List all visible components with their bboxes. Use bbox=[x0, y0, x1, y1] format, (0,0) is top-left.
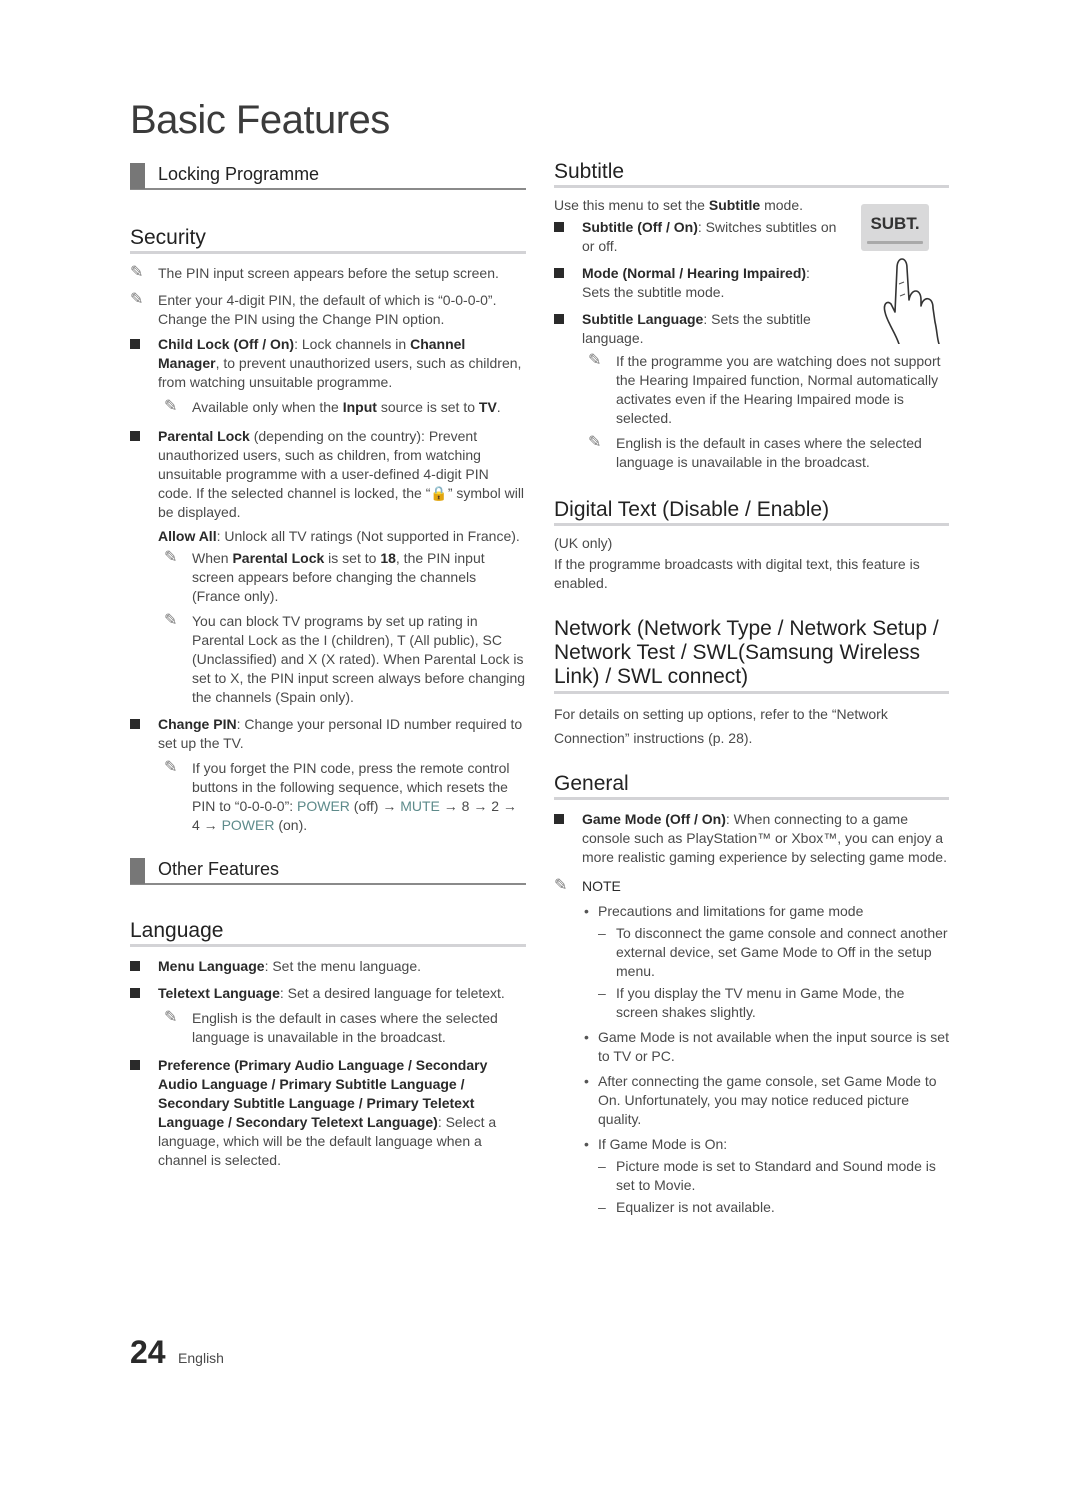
bullet-dot-icon: • bbox=[584, 1029, 589, 1046]
square-bullet-icon bbox=[554, 222, 564, 233]
dash-icon: – bbox=[598, 1158, 606, 1175]
section-title: Other Features bbox=[158, 859, 280, 880]
list-item-subtitle-on-off: Subtitle (Off / On): Switches subtitles … bbox=[554, 218, 837, 256]
bullet-dot-icon: • bbox=[584, 903, 589, 920]
page-language: English bbox=[178, 1350, 224, 1366]
heading-digital-text: Digital Text (Disable / Enable) bbox=[554, 498, 949, 527]
pencil-icon: ✎ bbox=[164, 398, 178, 416]
bullet-item: • Precautions and limitations for game mo… bbox=[584, 903, 864, 920]
bullet-dot-icon: • bbox=[584, 1136, 589, 1153]
heading-security: Security bbox=[130, 226, 526, 255]
note: ✎ You can block TV programs by set up ra… bbox=[164, 612, 526, 706]
dash-item: – Picture mode is set to Standard and Sou… bbox=[598, 1158, 936, 1194]
page-footer: 24 English bbox=[130, 1334, 224, 1371]
dash-item: – To disconnect the game console and conn… bbox=[598, 925, 948, 980]
heading-general: General bbox=[554, 772, 949, 801]
list-item-parental-lock: Parental Lock (depending on the country)… bbox=[130, 427, 526, 522]
square-bullet-icon bbox=[554, 814, 564, 825]
list-item-subtitle-mode: Mode (Normal / Hearing Impaired): Sets t… bbox=[554, 264, 837, 302]
note: ✎ When Parental Lock is set to 18, the P… bbox=[164, 549, 485, 605]
square-bullet-icon bbox=[130, 431, 140, 442]
list-item-game-mode: Game Mode (Off / On): When connecting to… bbox=[554, 810, 949, 867]
square-bullet-icon bbox=[130, 988, 140, 999]
square-bullet-icon bbox=[130, 719, 140, 730]
note: ✎ If you forget the PIN code, press the … bbox=[164, 759, 517, 834]
right-column: Subtitle SUBT. Use this menu to set the … bbox=[554, 160, 949, 1217]
heading-subtitle: Subtitle bbox=[554, 160, 949, 189]
pencil-icon: ✎ bbox=[588, 352, 602, 370]
section-title: Locking Programme bbox=[158, 164, 320, 184]
square-bullet-icon bbox=[554, 314, 564, 325]
square-bullet-icon bbox=[554, 268, 564, 279]
bullet-dot-icon: • bbox=[584, 1073, 589, 1090]
heading-language: Language bbox=[130, 919, 526, 948]
dash-icon: – bbox=[598, 985, 606, 1002]
list-item-change-pin: Change PIN: Change your personal ID numb… bbox=[130, 715, 526, 753]
heading-network: Network (Network Type / Network Setup / … bbox=[554, 617, 949, 695]
pencil-icon: ✎ bbox=[164, 1009, 178, 1027]
note: ✎ Available only when the Input source i… bbox=[164, 398, 501, 416]
subt-button-illustration: SUBT. bbox=[857, 204, 949, 344]
dash-icon: – bbox=[598, 925, 606, 942]
digital-text-body: If the programme broadcasts with digital… bbox=[554, 556, 920, 592]
square-bullet-icon bbox=[130, 961, 140, 972]
bullet-item: • If Game Mode is On: bbox=[584, 1136, 728, 1153]
section-bar-marker bbox=[130, 858, 145, 885]
note: ✎ English is the default in cases where … bbox=[164, 1009, 498, 1046]
pencil-icon: ✎ bbox=[588, 434, 602, 452]
page-title: Basic Features bbox=[130, 98, 390, 142]
pencil-icon: ✎ bbox=[554, 877, 568, 895]
square-bullet-icon bbox=[130, 1060, 140, 1071]
list-item-menu-language: Menu Language: Set the menu language. bbox=[130, 957, 526, 976]
note: ✎ The PIN input screen appears before th… bbox=[130, 264, 499, 282]
bullet-item: • Game Mode is not available when the inp… bbox=[584, 1029, 949, 1065]
pencil-icon: ✎ bbox=[130, 264, 144, 282]
section-other-features: Other Features bbox=[130, 858, 526, 886]
dash-item: – If you display the TV menu in Game Mode… bbox=[598, 985, 905, 1021]
note-heading: ✎ NOTE bbox=[554, 877, 621, 895]
network-body: For details on setting up options, refer… bbox=[554, 706, 888, 747]
pencil-icon: ✎ bbox=[164, 549, 178, 567]
note: ✎ If the programme you are watching does… bbox=[588, 352, 941, 427]
bullet-item: • After connecting the game console, set … bbox=[584, 1073, 937, 1128]
note: ✎ English is the default in cases where … bbox=[588, 434, 922, 471]
list-item-child-lock: Child Lock (Off / On): Lock channels in … bbox=[130, 335, 526, 392]
list-item-subtitle-language: Subtitle Language: Sets the subtitle lan… bbox=[554, 310, 837, 348]
pencil-icon: ✎ bbox=[164, 759, 178, 777]
square-bullet-icon bbox=[130, 339, 140, 350]
left-column: Locking Programme Security ✎ The PIN inp… bbox=[130, 160, 526, 1170]
pencil-icon: ✎ bbox=[164, 612, 178, 630]
list-item-teletext-language: Teletext Language: Set a desired languag… bbox=[130, 984, 526, 1003]
note: ✎ Enter your 4-digit PIN, the default of… bbox=[130, 291, 497, 328]
list-item-preference: Preference (Primary Audio Language / Sec… bbox=[130, 1056, 526, 1170]
pencil-icon: ✎ bbox=[130, 291, 144, 309]
page-number: 24 bbox=[130, 1334, 166, 1370]
uk-only-text: (UK only) bbox=[554, 535, 613, 552]
dash-icon: – bbox=[598, 1199, 606, 1216]
section-locking-programme: Locking Programme bbox=[130, 163, 526, 190]
dash-item: – Equalizer is not available. bbox=[598, 1199, 775, 1216]
subtitle-intro: Use this menu to set the Subtitle mode. bbox=[554, 197, 804, 214]
section-bar-marker bbox=[130, 163, 145, 189]
allow-all-text: Allow All: Unlock all TV ratings (Not su… bbox=[158, 528, 520, 545]
hand-pointer-icon bbox=[883, 258, 940, 344]
